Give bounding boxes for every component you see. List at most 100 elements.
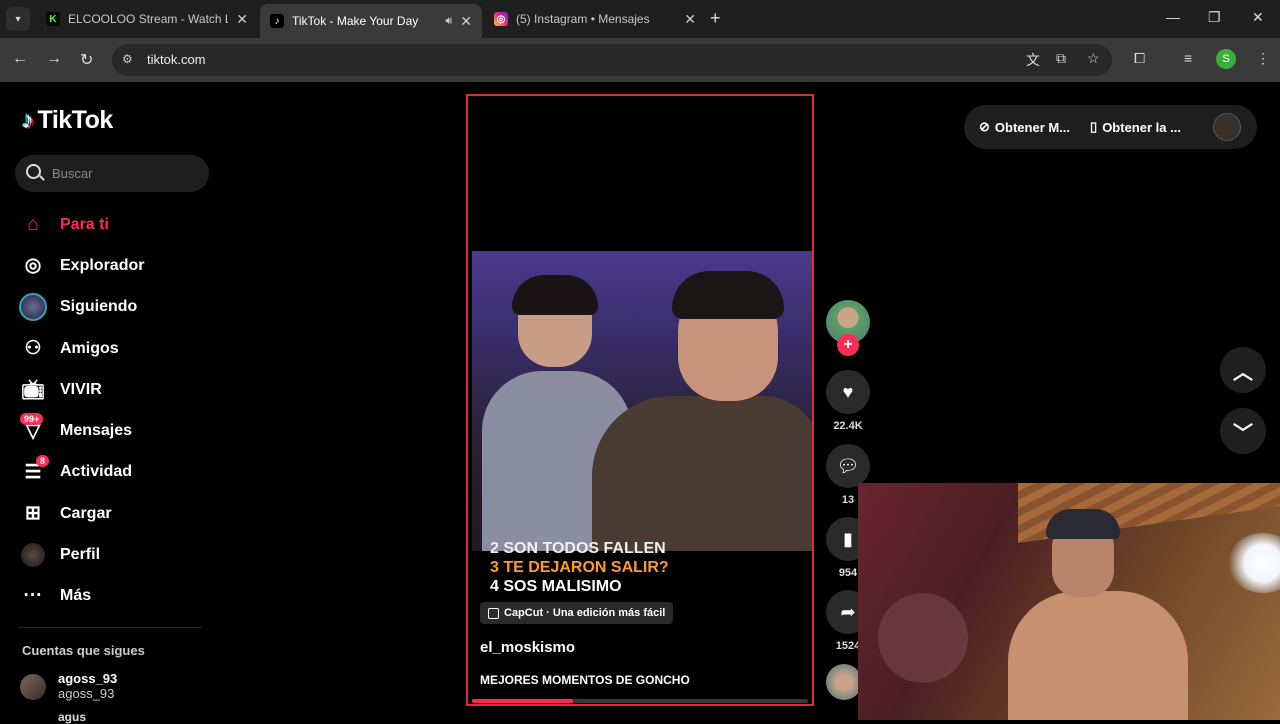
address-bar[interactable]: ⚙ tiktok.com — [112, 44, 1112, 76]
video-person-right — [592, 271, 812, 551]
sidebar-nav: ⌂ Para ti ◎ Explorador Siguiendo ⚇ Amigo… — [18, 204, 218, 617]
close-tab-icon[interactable]: ✕ — [460, 13, 472, 30]
live-tv-icon: 📺︎ — [20, 379, 46, 401]
get-app-button[interactable]: ▯ Obtener la ... — [1090, 119, 1181, 135]
menu-kebab-icon[interactable]: ⋮ — [1256, 50, 1270, 67]
instagram-icon: ◎ — [494, 12, 508, 26]
close-window-icon[interactable]: ✕ — [1252, 9, 1264, 26]
upload-icon: ⊞ — [25, 503, 41, 525]
tab-kick[interactable]: K ELCOOLOO Stream - Watch Live ✕ — [36, 4, 258, 34]
tiktok-page: ♪ TikTok Buscar ⌂ Para ti ◎ Explorador S… — [0, 82, 1280, 724]
video-player[interactable]: 2 SON TODOS FALLEN 3 TE DEJARON SALIR? 4… — [466, 94, 814, 706]
follow-plus-icon[interactable]: + — [837, 334, 859, 356]
reload-icon[interactable]: ↻ — [80, 50, 93, 70]
tab-search-button[interactable]: ▾ — [6, 7, 30, 31]
search-input[interactable]: Buscar — [15, 155, 209, 192]
compass-icon: ◎ — [24, 255, 42, 277]
account-name: agoss_93 — [58, 671, 118, 686]
avatar — [20, 674, 46, 700]
tab-title: TikTok - Make Your Day — [292, 14, 419, 28]
caption-line: 4 SOS MALISIMO — [490, 578, 622, 595]
capcut-label: CapCut · Una edición más fácil — [504, 607, 666, 619]
sidebar-item-label: Amigos — [60, 339, 119, 357]
search-icon — [26, 164, 41, 179]
site-info-icon[interactable]: ⚙ — [122, 52, 133, 66]
video-progress-fill — [472, 699, 573, 703]
close-tab-icon[interactable]: ✕ — [684, 11, 696, 28]
sidebar-item-label: Cargar — [60, 504, 112, 522]
extensions-icon[interactable]: ⧠ — [1134, 50, 1145, 67]
next-video-button[interactable]: ﹀ — [1220, 408, 1266, 454]
translate-icon[interactable]: 文 — [1026, 50, 1040, 70]
caption-line: 3 TE DEJARON SALIR? — [490, 559, 669, 576]
sidebar-item-mensajes[interactable]: ▽ 99+ Mensajes — [18, 410, 218, 451]
sidebar-item-mas[interactable]: ··· Más — [18, 576, 218, 617]
comment-icon: 💬︎ — [836, 455, 860, 476]
get-app-label: Obtener la ... — [1102, 119, 1181, 135]
tiktok-logo[interactable]: ♪ TikTok — [22, 106, 113, 135]
tab-title: ELCOOLOO Stream - Watch Live — [68, 12, 228, 26]
sidebar-item-cargar[interactable]: ⊞ Cargar — [18, 493, 218, 534]
sidebar-item-actividad[interactable]: ☰ 8 Actividad — [18, 452, 218, 493]
logo-text: TikTok — [37, 106, 114, 134]
profile-avatar-icon — [18, 540, 48, 570]
minimize-icon[interactable]: — — [1166, 9, 1180, 25]
home-icon: ⌂ — [27, 213, 39, 235]
sidebar-item-label: Mensajes — [60, 422, 133, 440]
browser-toolbar: ← → ↻ ⚙ tiktok.com 文 ⧉ ☆ ⧠ ≡ S ⋮ — [0, 38, 1280, 82]
capcut-tag[interactable]: CapCut · Una edición más fácil — [480, 602, 674, 624]
sidebar-item-label: Perfil — [60, 546, 101, 564]
back-icon[interactable]: ← — [12, 50, 28, 68]
tiktok-note-icon: ♪ — [22, 106, 34, 134]
sidebar-item-label: Para ti — [60, 215, 109, 233]
restore-icon[interactable]: ❐ — [1208, 9, 1221, 26]
capcut-icon — [488, 607, 499, 619]
followed-account[interactable]: agoss_93 agoss_93 — [20, 671, 117, 701]
tab-instagram[interactable]: ◎ (5) Instagram • Mensajes ✕ — [484, 4, 706, 34]
webcam-overlay — [858, 483, 1280, 720]
comment-button[interactable]: 💬︎ — [826, 444, 870, 488]
sidebar-item-siguiendo[interactable]: Siguiendo — [18, 287, 218, 328]
following-avatar-icon — [18, 292, 48, 322]
video-frame-image — [472, 251, 812, 551]
like-button[interactable]: ♥ — [826, 370, 870, 414]
sidebar-item-label: Más — [60, 587, 92, 605]
share-icon: ➦ — [840, 601, 856, 622]
sidebar-item-para-ti[interactable]: ⌂ Para ti — [18, 204, 218, 245]
video-progress-bar[interactable] — [472, 699, 808, 703]
previous-video-button[interactable]: ︿ — [1220, 347, 1266, 393]
url-text[interactable]: tiktok.com — [147, 52, 206, 67]
user-avatar[interactable] — [1213, 113, 1241, 141]
new-tab-icon[interactable]: + — [710, 8, 721, 29]
activity-badge: 8 — [36, 455, 50, 468]
sidebar-item-amigos[interactable]: ⚇ Amigos — [18, 328, 218, 369]
heart-icon: ♥ — [842, 381, 854, 402]
bookmark-star-icon[interactable]: ☆ — [1087, 50, 1100, 67]
friends-icon: ⚇ — [24, 338, 42, 360]
top-actions: ⊘ Obtener M... ▯ Obtener la ... — [964, 105, 1257, 149]
followed-account-name[interactable]: agus — [58, 710, 86, 724]
chevron-down-icon: ﹀ — [1233, 422, 1253, 445]
following-section-title: Cuentas que sigues — [22, 643, 145, 658]
phone-icon: ▯ — [1090, 119, 1098, 134]
close-tab-icon[interactable]: ✕ — [236, 11, 248, 28]
tab-tiktok[interactable]: ♪ TikTok - Make Your Day 🔊︎ ✕ — [260, 4, 482, 38]
tiktok-icon: ♪ — [270, 14, 284, 28]
sidebar-item-vivir[interactable]: 📺︎ VIVIR — [18, 369, 218, 410]
sidebar-item-label: Siguiendo — [60, 298, 138, 316]
sidebar-item-explorador[interactable]: ◎ Explorador — [18, 245, 218, 286]
media-controls-icon[interactable]: ≡ — [1184, 50, 1192, 66]
video-author[interactable]: el_moskismo — [480, 639, 575, 656]
forward-icon[interactable]: → — [46, 50, 62, 68]
speaker-icon[interactable]: 🔊︎ — [445, 15, 452, 28]
like-count: 22.4K — [833, 420, 863, 432]
sidebar-item-label: Actividad — [60, 463, 133, 481]
sidebar-divider — [18, 627, 202, 628]
music-disc-icon[interactable] — [826, 664, 862, 700]
bookmark-icon: ▮ — [843, 528, 853, 549]
messages-icon: ▽ 99+ — [18, 413, 48, 446]
get-coins-button[interactable]: ⊘ Obtener M... — [979, 119, 1070, 135]
install-app-icon[interactable]: ⧉ — [1056, 50, 1066, 67]
profile-avatar[interactable]: S — [1216, 49, 1236, 69]
sidebar-item-perfil[interactable]: Perfil — [18, 534, 218, 575]
